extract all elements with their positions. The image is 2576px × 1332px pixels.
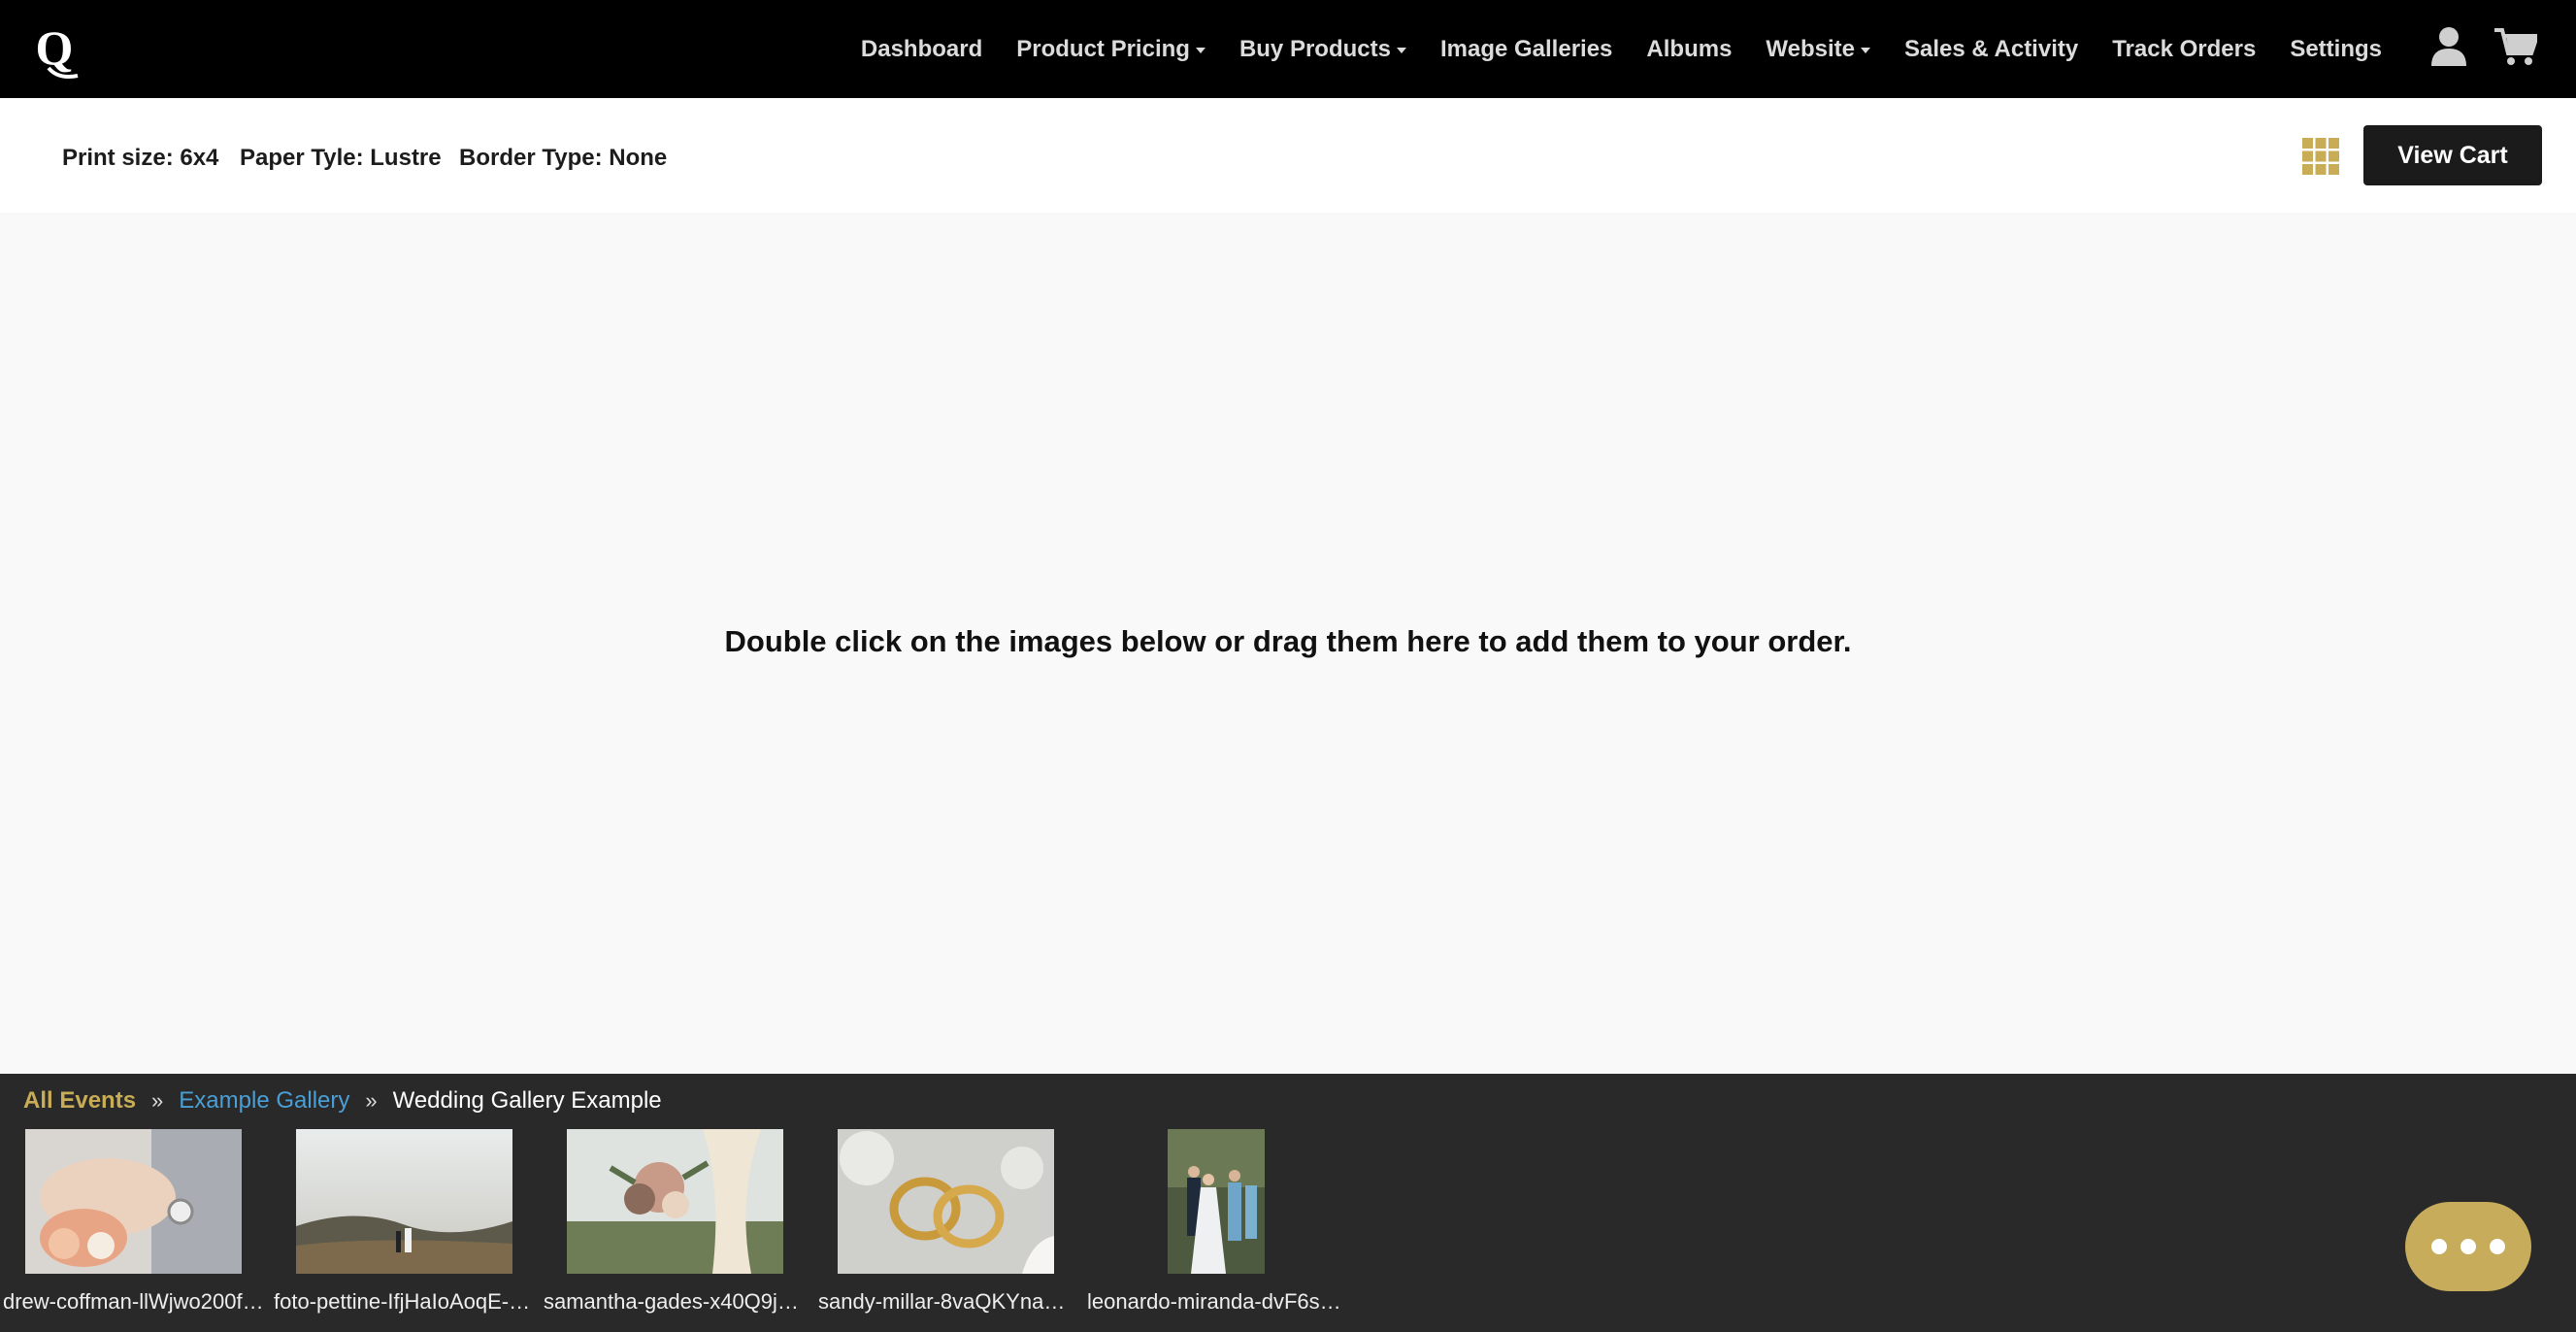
dot-icon	[2490, 1239, 2505, 1254]
breadcrumb: All Events » Example Gallery » Wedding G…	[23, 1087, 662, 1115]
caret-down-icon	[1195, 47, 1205, 53]
thumbnail-caption: leonardo-miranda-dvF6s1H1x68-unsplash.jp…	[1087, 1289, 1349, 1314]
thumbnail-caption: drew-coffman-llWjwo200fo-unsplash.jpg	[3, 1289, 265, 1314]
nav-dashboard-label: Dashboard	[860, 35, 983, 62]
thumbnail-image[interactable]	[296, 1129, 512, 1274]
nav-dashboard[interactable]: Dashboard	[861, 36, 982, 63]
nav-settings-label: Settings	[2290, 35, 2382, 62]
nav-track-orders-label: Track Orders	[2112, 35, 2257, 62]
nav-albums-label: Albums	[1646, 35, 1733, 62]
brand-logo[interactable]: Q	[27, 19, 82, 80]
caret-down-icon	[1861, 47, 1871, 53]
nav-track-orders[interactable]: Track Orders	[2112, 36, 2256, 63]
breadcrumb-current: Wedding Gallery Example	[392, 1087, 662, 1114]
chat-more-button[interactable]	[2405, 1202, 2531, 1291]
border-type[interactable]: Border Type: None	[459, 145, 667, 172]
nav-product-pricing[interactable]: Product Pricing	[1016, 36, 1205, 63]
nav-product-pricing-label: Product Pricing	[1016, 35, 1190, 62]
thumbnail-caption: foto-pettine-IfjHaIoAoqE-unsplash.jpg	[274, 1289, 536, 1314]
gallery-panel: All Events » Example Gallery » Wedding G…	[0, 1074, 2576, 1332]
nav-albums[interactable]: Albums	[1646, 36, 1732, 63]
svg-text:Q: Q	[36, 20, 74, 75]
thumbnail-image[interactable]	[567, 1129, 783, 1274]
drop-zone-message: Double click on the images below or drag…	[724, 624, 1852, 658]
nav-website[interactable]: Website	[1766, 35, 1871, 63]
nav-buy-products-label: Buy Products	[1238, 35, 1391, 62]
thumbnail-image[interactable]	[838, 1129, 1054, 1274]
grid-view-icon[interactable]	[2302, 138, 2339, 175]
thumbnail-caption: samantha-gades-x40Q9jrEVT0-unsplash.jpg	[544, 1289, 806, 1314]
top-nav: Q Dashboard Product Pricing Buy Products…	[0, 0, 2576, 98]
nav-buy-products[interactable]: Buy Products	[1239, 36, 1406, 63]
order-options-bar: Print size: 6x4 Paper Tyle: Lustre Borde…	[0, 98, 2576, 213]
thumbnail-image[interactable]	[1168, 1129, 1265, 1274]
order-drop-zone[interactable]: Double click on the images below or drag…	[0, 213, 2576, 1074]
caret-down-icon	[1396, 47, 1406, 53]
breadcrumb-all-events[interactable]: All Events	[23, 1087, 136, 1115]
print-size[interactable]: Print size: 6x4	[62, 145, 218, 172]
thumbnail-image[interactable]	[25, 1129, 242, 1274]
paper-type[interactable]: Paper Tyle: Lustre	[240, 145, 442, 172]
dot-icon	[2460, 1239, 2476, 1254]
breadcrumb-example-gallery[interactable]: Example Gallery	[179, 1087, 349, 1115]
nav-website-label: Website	[1766, 35, 1856, 62]
user-icon[interactable]	[2431, 27, 2466, 66]
nav-image-galleries-label: Image Galleries	[1439, 35, 1613, 62]
nav-settings[interactable]: Settings	[2290, 36, 2382, 63]
nav-menu: Dashboard Product Pricing Buy Products I…	[827, 0, 2382, 98]
thumbnail-caption: sandy-millar-8vaQKYnawHw-unsplash.jpg	[818, 1289, 1080, 1314]
breadcrumb-separator: »	[151, 1088, 164, 1113]
nav-image-galleries[interactable]: Image Galleries	[1440, 36, 1612, 63]
nav-sales-activity-label: Sales & Activity	[1904, 35, 2079, 62]
breadcrumb-separator: »	[365, 1088, 378, 1113]
view-cart-button[interactable]: View Cart	[2363, 125, 2542, 185]
cart-icon[interactable]	[2494, 27, 2540, 66]
nav-sales-activity[interactable]: Sales & Activity	[1904, 36, 2078, 63]
dot-icon	[2431, 1239, 2447, 1254]
